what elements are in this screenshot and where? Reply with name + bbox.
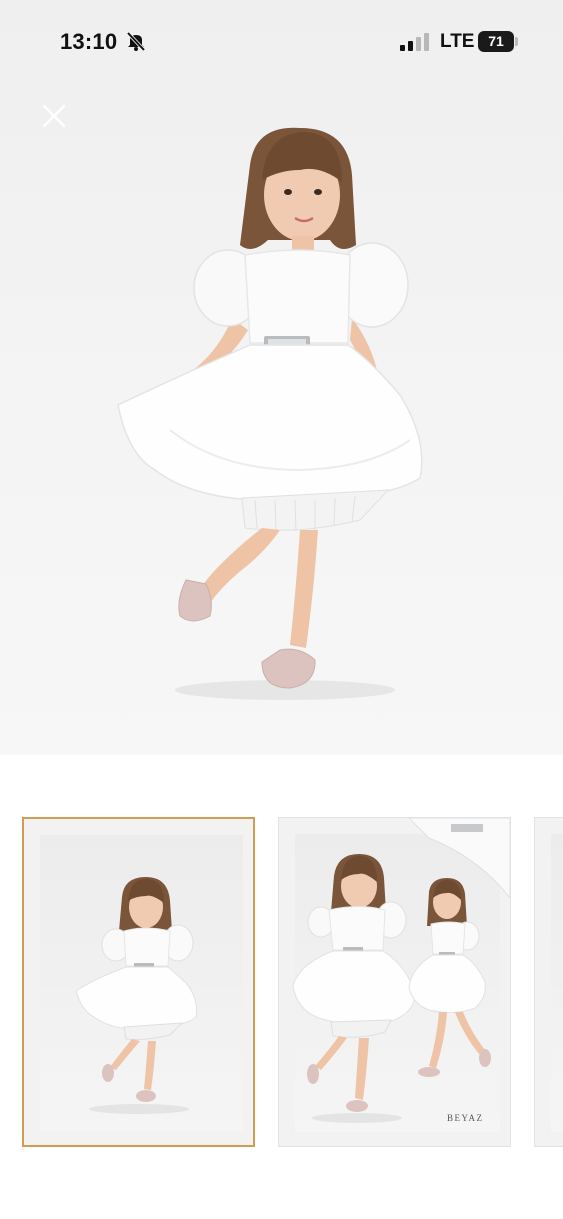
thumbnail-1[interactable]	[22, 817, 255, 1147]
bell-slash-icon	[125, 30, 147, 52]
thumbnail-3[interactable]	[534, 817, 563, 1147]
thumbnail-2-image	[292, 818, 510, 1123]
thumbnail-1-image	[75, 877, 197, 1114]
close-button[interactable]	[38, 100, 70, 132]
thumbnail-caption: BEYAZ	[447, 1113, 484, 1123]
battery-cap	[515, 37, 518, 46]
thumbnail-background	[551, 834, 563, 1132]
status-time: 13:10	[60, 29, 118, 54]
signal-icon	[400, 33, 430, 51]
status-bar: 13:10 LTE 71	[0, 0, 563, 84]
battery-level: 71	[478, 31, 514, 52]
girl-white-dress-illustration	[117, 127, 423, 700]
battery-icon: 71	[478, 31, 520, 52]
network-label: LTE	[440, 31, 475, 52]
thumbnail-strip: BEYAZ	[0, 815, 563, 1155]
main-product-image[interactable]	[0, 0, 563, 755]
close-icon	[42, 104, 66, 128]
thumbnail-2[interactable]: BEYAZ	[278, 817, 511, 1147]
